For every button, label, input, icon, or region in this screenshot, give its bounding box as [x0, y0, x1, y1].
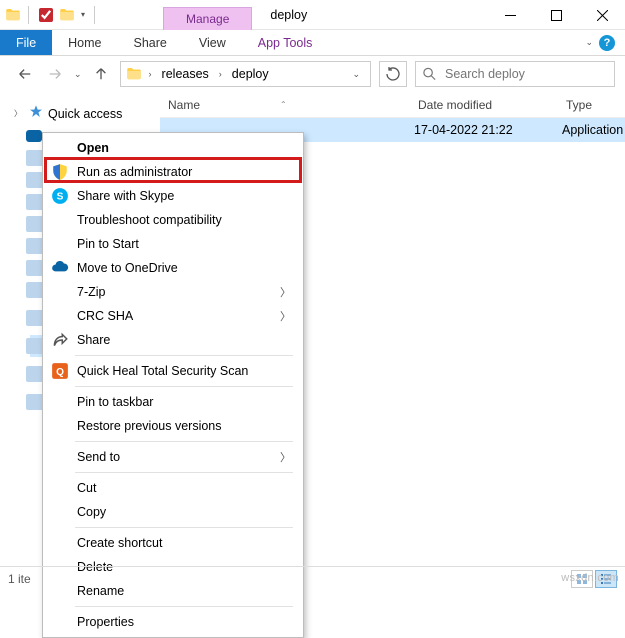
ctx-run-as-admin[interactable]: Run as administrator — [45, 160, 301, 184]
ctx-separator — [75, 441, 293, 442]
separator — [28, 6, 29, 24]
ctx-pin-taskbar[interactable]: Pin to taskbar — [45, 390, 301, 414]
breadcrumb-releases[interactable]: releases — [158, 67, 213, 81]
separator — [94, 6, 95, 24]
column-type[interactable]: Type — [566, 98, 625, 112]
window-controls — [487, 0, 625, 29]
column-name[interactable]: Name ⌃ — [164, 98, 418, 112]
ctx-create-shortcut[interactable]: Create shortcut — [45, 531, 301, 555]
qat-dropdown-icon[interactable]: ▾ — [78, 10, 88, 19]
item-count: 1 ite — [8, 572, 31, 586]
ctx-restore-prev[interactable]: Restore previous versions — [45, 414, 301, 438]
folder-icon — [4, 6, 22, 24]
submenu-arrow-icon: 〉 — [280, 284, 291, 300]
address-bar[interactable]: › releases › deploy ⌄ — [120, 61, 371, 87]
close-button[interactable] — [579, 0, 625, 30]
expand-icon[interactable]: 〉 — [14, 108, 24, 119]
shield-icon — [51, 163, 69, 181]
file-date: 17-04-2022 21:22 — [414, 123, 562, 137]
search-box[interactable] — [415, 61, 615, 87]
ctx-share[interactable]: Share — [45, 328, 301, 352]
ctx-move-onedrive[interactable]: Move to OneDrive — [45, 256, 301, 280]
search-icon — [422, 66, 437, 82]
forward-button[interactable] — [44, 63, 66, 85]
status-bar: 1 ite — [0, 566, 625, 590]
chevron-right-icon[interactable]: › — [147, 69, 154, 79]
ctx-troubleshoot[interactable]: Troubleshoot compatibility — [45, 208, 301, 232]
ctx-separator — [75, 472, 293, 473]
svg-text:Q: Q — [56, 367, 64, 378]
star-icon — [28, 104, 44, 123]
submenu-arrow-icon: 〉 — [280, 449, 291, 465]
search-input[interactable] — [443, 66, 608, 82]
column-headers: Name ⌃ Date modified Type — [160, 92, 625, 118]
ctx-open[interactable]: Open — [45, 136, 301, 160]
quick-access-section[interactable]: 〉 Quick access — [0, 102, 160, 125]
file-tab[interactable]: File — [0, 30, 52, 55]
contextual-tab-area: Manage — [163, 0, 252, 29]
share-icon — [51, 331, 69, 349]
view-tab[interactable]: View — [183, 30, 242, 55]
ctx-separator — [75, 386, 293, 387]
folder-icon — [58, 6, 76, 24]
address-bar-row: ⌄ › releases › deploy ⌄ — [0, 56, 625, 92]
ctx-pin-start[interactable]: Pin to Start — [45, 232, 301, 256]
recent-dropdown-icon[interactable]: ⌄ — [74, 69, 82, 80]
ctx-7zip[interactable]: 7-Zip 〉 — [45, 280, 301, 304]
onedrive-icon — [51, 259, 69, 277]
context-menu: Open Run as administrator S Share with S… — [42, 132, 304, 638]
back-button[interactable] — [14, 63, 36, 85]
titlebar: ▾ Manage deploy — [0, 0, 625, 30]
chevron-right-icon[interactable]: › — [217, 69, 224, 79]
folder-icon — [125, 65, 143, 83]
ctx-quickheal[interactable]: Q Quick Heal Total Security Scan — [45, 359, 301, 383]
breadcrumb-deploy[interactable]: deploy — [228, 67, 273, 81]
quick-access-label: Quick access — [48, 107, 122, 121]
quickheal-icon: Q — [51, 362, 69, 380]
submenu-arrow-icon: 〉 — [280, 308, 291, 324]
ribbon-tabs: File Home Share View App Tools ⌄ ? — [0, 30, 625, 56]
ctx-cut[interactable]: Cut — [45, 476, 301, 500]
qat-checkbox[interactable] — [39, 8, 53, 22]
home-tab[interactable]: Home — [52, 30, 117, 55]
ctx-separator — [75, 527, 293, 528]
address-dropdown-icon[interactable]: ⌄ — [346, 69, 366, 80]
column-date[interactable]: Date modified — [418, 98, 566, 112]
apptools-tab[interactable]: App Tools — [242, 30, 329, 55]
svg-text:S: S — [57, 191, 64, 202]
ctx-separator — [75, 606, 293, 607]
ctx-separator — [75, 355, 293, 356]
ctx-properties[interactable]: Properties — [45, 610, 301, 634]
minimize-button[interactable] — [487, 0, 533, 30]
refresh-button[interactable] — [379, 61, 407, 87]
ctx-send-to[interactable]: Send to 〉 — [45, 445, 301, 469]
skype-icon: S — [51, 187, 69, 205]
ctx-share-skype[interactable]: S Share with Skype — [45, 184, 301, 208]
file-type: Application — [562, 123, 623, 137]
watermark: wsxdn.com — [561, 572, 619, 584]
help-button[interactable]: ? — [599, 35, 615, 51]
window-title: deploy — [270, 8, 307, 22]
ctx-copy[interactable]: Copy — [45, 500, 301, 524]
quick-access-toolbar: ▾ — [0, 0, 103, 29]
ctx-crc-sha[interactable]: CRC SHA 〉 — [45, 304, 301, 328]
manage-tab[interactable]: Manage — [163, 7, 252, 30]
expand-ribbon-icon[interactable]: ⌄ — [585, 37, 593, 48]
share-tab[interactable]: Share — [118, 30, 183, 55]
maximize-button[interactable] — [533, 0, 579, 30]
sort-indicator-icon: ⌃ — [280, 100, 287, 109]
up-button[interactable] — [90, 63, 112, 85]
